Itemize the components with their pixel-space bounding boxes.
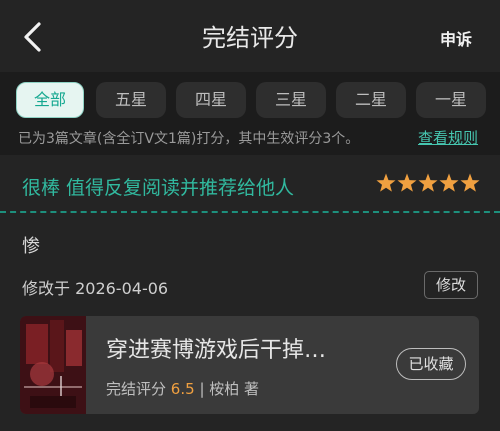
rating-summary: 已为3篇文章(含全订V文1篇)打分，其中生效评分3个。 <box>18 131 360 147</box>
book-cover-image <box>20 316 86 414</box>
review-text: 惨 <box>22 236 40 257</box>
edit-button[interactable]: 修改 <box>424 271 478 299</box>
filter-tab-one-star[interactable]: 一星 <box>416 82 486 118</box>
book-title[interactable]: 穿进赛博游戏后干掉… <box>106 332 326 364</box>
view-rules-link[interactable]: 查看规则 <box>418 127 478 148</box>
star-icon <box>460 173 480 192</box>
filter-tab-all[interactable]: 全部 <box>16 82 84 118</box>
filter-tab-five-star[interactable]: 五星 <box>96 82 166 118</box>
collected-button[interactable]: 已收藏 <box>396 348 466 380</box>
filter-tab-four-star[interactable]: 四星 <box>176 82 246 118</box>
modified-date: 修改于 2026-04-06 <box>22 279 169 298</box>
score-label: 完结评分 <box>106 380 167 398</box>
page-title: 完结评分 <box>202 24 298 52</box>
dashed-divider <box>0 211 500 213</box>
star-icon <box>418 173 438 192</box>
book-meta: 完结评分 6.5 | 桉柏 著 <box>106 378 259 399</box>
filter-tab-three-star[interactable]: 三星 <box>256 82 326 118</box>
appeal-button[interactable]: 申诉 <box>440 26 472 50</box>
top-bar: 完结评分 申诉 <box>0 0 500 72</box>
five-star-rating <box>376 173 480 192</box>
book-author: | 桉柏 著 <box>199 380 260 398</box>
star-icon <box>397 173 417 192</box>
score-value: 6.5 <box>170 380 195 398</box>
rating-tagline: 很棒 值得反复阅读并推荐给他人 <box>22 177 295 199</box>
star-icon <box>439 173 459 192</box>
filter-tab-two-star[interactable]: 二星 <box>336 82 406 118</box>
book-item[interactable]: 穿进赛博游戏后干掉… 完结评分 6.5 | 桉柏 著 已收藏 <box>20 316 479 414</box>
star-icon <box>376 173 396 192</box>
